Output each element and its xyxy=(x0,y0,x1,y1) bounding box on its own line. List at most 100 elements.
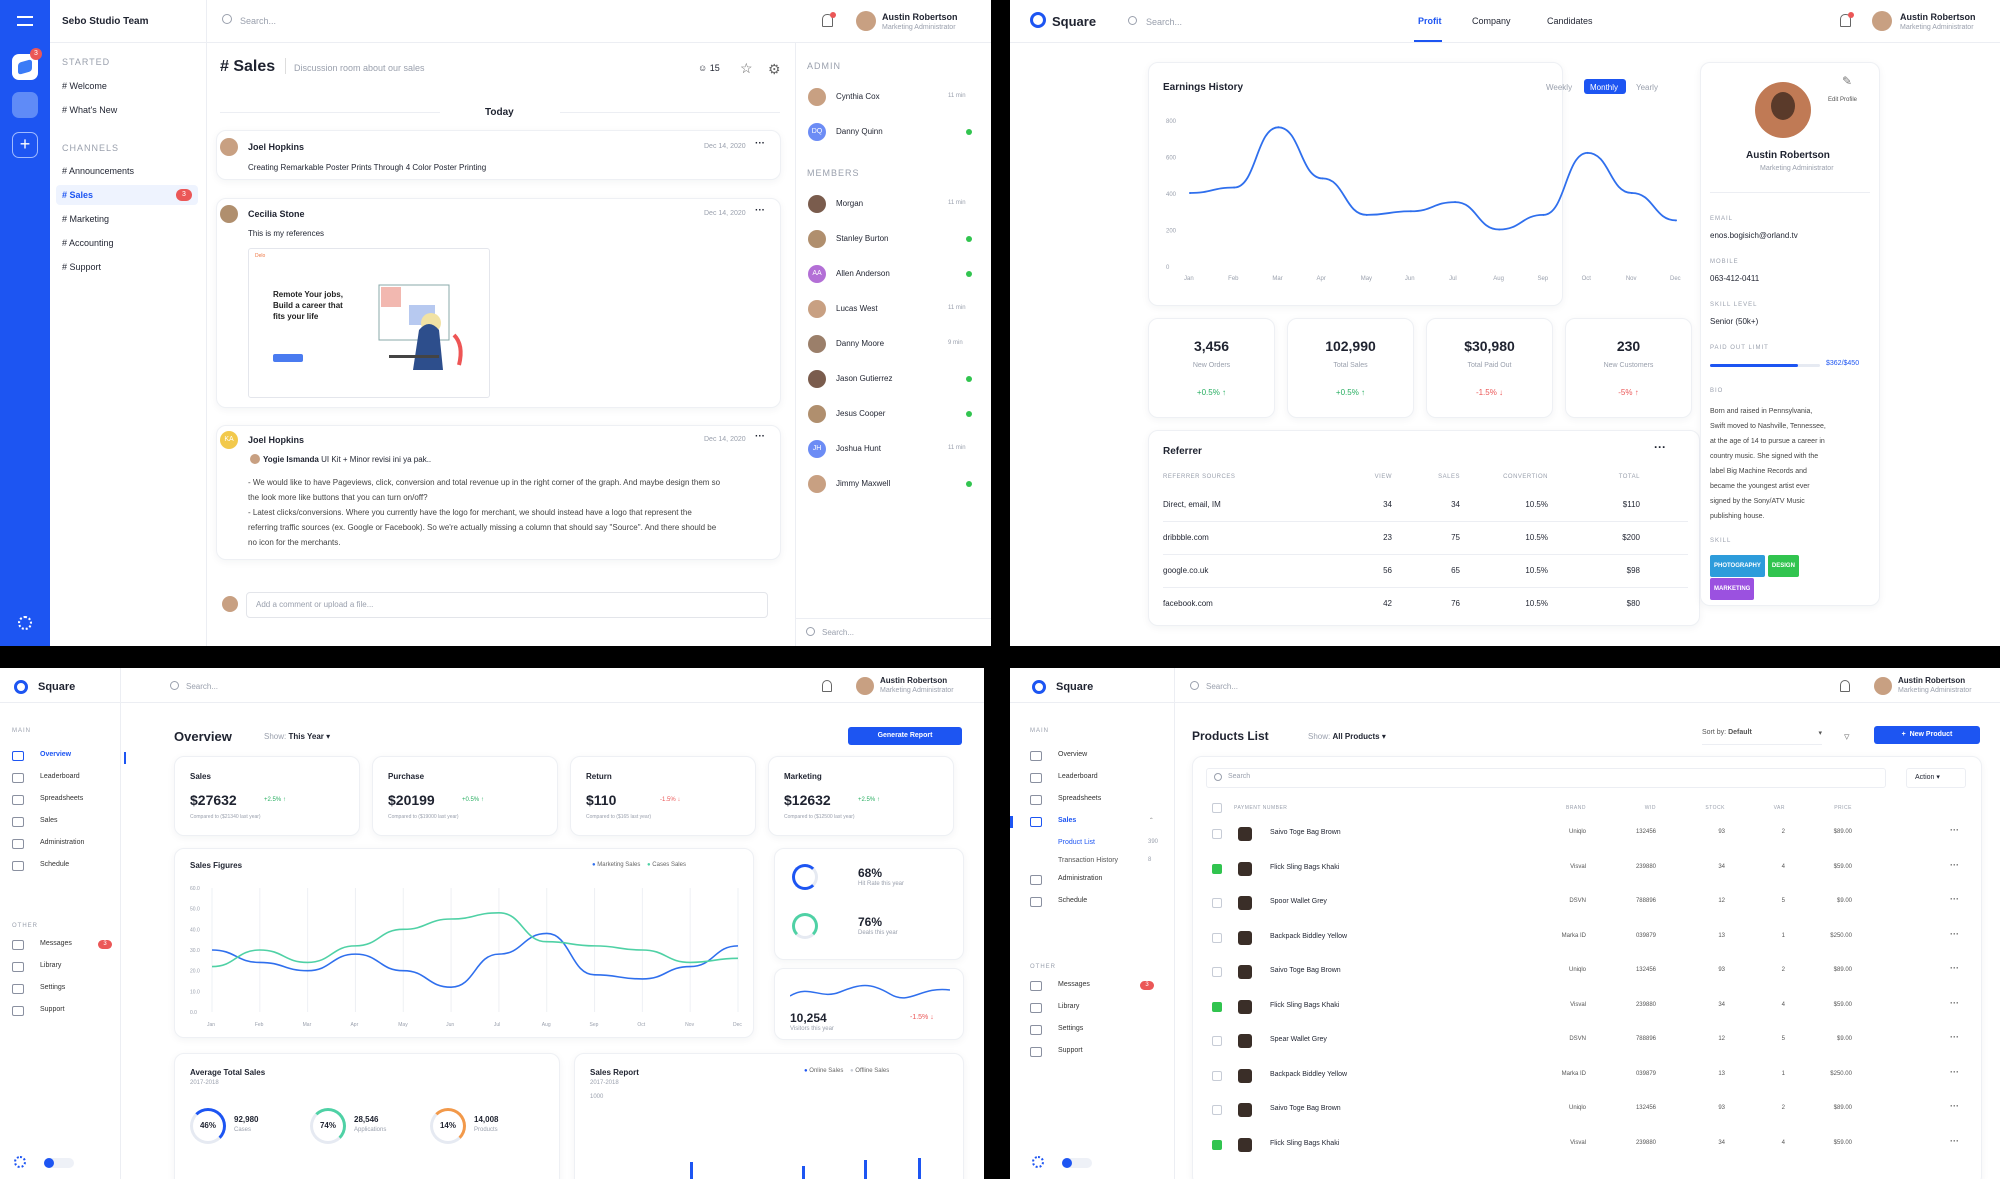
nav-item[interactable]: Spreadsheets xyxy=(40,795,83,802)
range-yearly[interactable]: Yearly xyxy=(1636,83,1658,92)
nav-item[interactable]: Schedule xyxy=(1058,897,1087,904)
product-name[interactable]: Flick Sling Bags Khaki xyxy=(1270,1002,1339,1009)
row-checkbox[interactable] xyxy=(1212,1036,1222,1046)
row-checkbox[interactable] xyxy=(1212,1105,1222,1115)
add-workspace-icon[interactable]: + xyxy=(12,132,38,158)
row-more-icon[interactable]: ··· xyxy=(1950,963,1959,973)
nav-item[interactable]: Support xyxy=(40,1006,65,1013)
product-name[interactable]: Flick Sling Bags Khaki xyxy=(1270,1140,1339,1147)
sub-nav-item[interactable]: Product List xyxy=(1058,839,1095,846)
avatar[interactable] xyxy=(856,677,874,695)
product-name[interactable]: Spear Wallet Grey xyxy=(1270,1036,1327,1043)
range-weekly[interactable]: Weekly xyxy=(1546,83,1572,92)
tab-profit[interactable]: Profit xyxy=(1418,16,1442,26)
sort-select[interactable]: Sort by: Default ▾ xyxy=(1702,729,1822,745)
product-name[interactable]: Flick Sling Bags Khaki xyxy=(1270,864,1339,871)
channel-whats-new[interactable]: # What's New xyxy=(62,105,117,115)
member-name[interactable]: Danny Moore xyxy=(836,339,884,348)
new-product-button[interactable]: + New Product xyxy=(1874,726,1980,744)
row-more-icon[interactable]: ··· xyxy=(1950,825,1959,835)
edit-profile-link[interactable]: Edit Profile xyxy=(1828,97,1857,103)
nav-item[interactable]: Schedule xyxy=(40,861,69,868)
row-checkbox[interactable] xyxy=(1212,829,1222,839)
row-more-icon[interactable]: ··· xyxy=(1950,1032,1959,1042)
tab-candidates[interactable]: Candidates xyxy=(1547,16,1593,26)
nav-item[interactable]: Sales xyxy=(40,817,58,824)
generate-report-button[interactable]: Generate Report xyxy=(848,727,962,745)
bell-icon[interactable] xyxy=(822,680,832,692)
member-name[interactable]: Joshua Hunt xyxy=(836,444,881,453)
row-more-icon[interactable]: ··· xyxy=(1950,998,1959,1008)
team-name[interactable]: Sebo Studio Team xyxy=(62,16,149,27)
nav-item[interactable]: Administration xyxy=(40,839,84,846)
row-checkbox[interactable] xyxy=(1212,1001,1222,1012)
table-search-input[interactable] xyxy=(1206,768,1886,788)
brand-name[interactable]: Square xyxy=(1056,681,1093,693)
member-name[interactable]: Cynthia Cox xyxy=(836,92,880,101)
theme-toggle[interactable] xyxy=(1062,1158,1092,1168)
avatar[interactable] xyxy=(1872,11,1892,31)
star-icon[interactable]: ☆ xyxy=(740,60,753,77)
email-value[interactable]: enos.bogisich@orland.tv xyxy=(1710,231,1798,240)
nav-item[interactable]: Sales xyxy=(1058,817,1076,824)
action-select[interactable]: Action ▾ xyxy=(1906,768,1966,788)
select-all-checkbox[interactable] xyxy=(1212,803,1222,813)
row-checkbox[interactable] xyxy=(1212,1070,1222,1081)
ref-cell[interactable]: google.co.uk xyxy=(1163,566,1208,575)
member-name[interactable]: Morgan xyxy=(836,199,863,208)
theme-toggle[interactable] xyxy=(44,1158,74,1168)
chevron-up-icon[interactable]: ˆ xyxy=(1150,817,1153,826)
row-checkbox[interactable] xyxy=(1212,1139,1222,1150)
row-more-icon[interactable]: ··· xyxy=(1950,1136,1959,1146)
product-name[interactable]: Saivo Toge Bag Brown xyxy=(1270,1105,1341,1112)
row-checkbox[interactable] xyxy=(1212,967,1222,977)
member-name[interactable]: Lucas West xyxy=(836,304,878,313)
more-icon[interactable]: ··· xyxy=(755,205,765,216)
row-checkbox[interactable] xyxy=(1212,863,1222,874)
product-name[interactable]: Saivo Toge Bag Brown xyxy=(1270,967,1341,974)
theme-sun-icon[interactable] xyxy=(18,616,32,630)
sub-nav-item[interactable]: Transaction History xyxy=(1058,857,1118,864)
member-name[interactable]: Stanley Burton xyxy=(836,234,888,243)
row-more-icon[interactable]: ··· xyxy=(1950,894,1959,904)
member-name[interactable]: Jimmy Maxwell xyxy=(836,479,890,488)
channel-sales[interactable]: # Sales xyxy=(62,190,93,200)
menu-icon[interactable] xyxy=(17,16,33,26)
ref-cell[interactable]: facebook.com xyxy=(1163,599,1213,608)
row-more-icon[interactable]: ··· xyxy=(1950,1067,1959,1077)
theme-sun-icon[interactable] xyxy=(14,1156,26,1168)
nav-item[interactable]: Overview xyxy=(1058,751,1087,758)
gear-icon[interactable]: ⚙ xyxy=(768,61,781,78)
nav-item[interactable]: Support xyxy=(1058,1047,1083,1054)
product-name[interactable]: Saivo Toge Bag Brown xyxy=(1270,829,1341,836)
brand-name[interactable]: Square xyxy=(1052,14,1096,29)
nav-item[interactable]: Messages xyxy=(40,940,72,947)
channel-marketing[interactable]: # Marketing xyxy=(62,214,109,224)
nav-item[interactable]: Library xyxy=(40,962,61,969)
range-monthly[interactable]: Monthly xyxy=(1590,83,1618,92)
product-name[interactable]: Backpack Biddley Yellow xyxy=(1270,1071,1347,1078)
nav-item[interactable]: Administration xyxy=(1058,875,1102,882)
member-name[interactable]: Jesus Cooper xyxy=(836,409,885,418)
channel-accounting[interactable]: # Accounting xyxy=(62,238,114,248)
nav-item[interactable]: Settings xyxy=(1058,1025,1083,1032)
skill-tag[interactable]: PHOTOGRAPHY xyxy=(1710,555,1765,577)
show-filter[interactable]: Show: All Products ▾ xyxy=(1308,732,1386,741)
member-count[interactable]: ☺ 15 xyxy=(698,63,720,73)
product-name[interactable]: Backpack Biddley Yellow xyxy=(1270,933,1347,940)
member-name[interactable]: Jason Gutierrez xyxy=(836,374,892,383)
tab-company[interactable]: Company xyxy=(1472,16,1511,26)
avatar[interactable] xyxy=(1874,677,1892,695)
nav-item[interactable]: Messages xyxy=(1058,981,1090,988)
member-name[interactable]: Allen Anderson xyxy=(836,269,890,278)
nav-item[interactable]: Spreadsheets xyxy=(1058,795,1101,802)
avatar[interactable] xyxy=(856,11,876,31)
channel-announcements[interactable]: # Announcements xyxy=(62,166,134,176)
channel-welcome[interactable]: # Welcome xyxy=(62,81,107,91)
nav-item[interactable]: Leaderboard xyxy=(1058,773,1098,780)
channel-support[interactable]: # Support xyxy=(62,262,101,272)
skill-tag[interactable]: MARKETING xyxy=(1710,578,1755,600)
ref-cell[interactable]: dribbble.com xyxy=(1163,533,1209,542)
more-icon[interactable]: ··· xyxy=(755,431,765,442)
row-more-icon[interactable]: ··· xyxy=(1950,860,1959,870)
